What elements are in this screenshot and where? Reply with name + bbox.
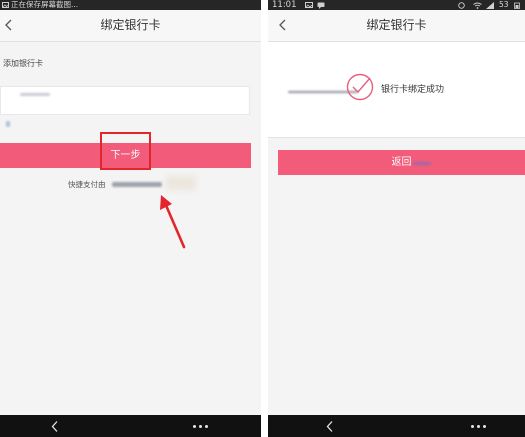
- system-nav-bar: [0, 415, 261, 437]
- app-header: 绑定银行卡: [268, 10, 525, 42]
- status-bar: 正在保存屏幕截图...: [0, 0, 261, 10]
- left-phone-screen: 正在保存屏幕截图... 绑定银行卡 添加银行卡 下一步 快捷支付由: [0, 0, 261, 437]
- app-header: 绑定银行卡: [0, 10, 261, 42]
- chevron-left-icon[interactable]: [325, 420, 335, 433]
- quick-pay-footnote: 快捷支付由: [68, 180, 106, 189]
- redacted-blur: [20, 93, 50, 96]
- battery-icon: [514, 2, 520, 9]
- battery-level: 53: [499, 0, 509, 9]
- status-time: 11:01: [272, 0, 297, 10]
- bind-result-card: 银行卡绑定成功: [268, 42, 525, 138]
- wifi-icon: [473, 2, 482, 9]
- redacted-blur: [413, 162, 431, 165]
- alarm-icon: [458, 2, 465, 9]
- image-icon: [305, 2, 313, 8]
- highlight-box-icon: [100, 132, 151, 170]
- page-title: 绑定银行卡: [100, 18, 161, 32]
- more-dots-icon[interactable]: [193, 425, 209, 428]
- signal-icon: [486, 2, 494, 9]
- section-label: 添加银行卡: [3, 59, 43, 68]
- bind-success-message: 银行卡绑定成功: [381, 85, 445, 95]
- page-title: 绑定银行卡: [366, 18, 427, 32]
- card-number-input[interactable]: [0, 86, 250, 115]
- return-button[interactable]: 返回: [278, 150, 525, 175]
- redacted-blur: [166, 176, 196, 190]
- more-dots-icon[interactable]: [471, 425, 487, 428]
- check-circle-icon: [346, 73, 374, 101]
- image-icon: [2, 2, 9, 8]
- redacted-blur: [6, 121, 10, 127]
- status-bar: 11:01 53: [268, 0, 525, 10]
- message-icon: [317, 2, 325, 9]
- right-phone-screen: 11:01 53 绑定银行卡 银行卡绑定成功 返回: [268, 0, 525, 437]
- status-notification: 正在保存屏幕截图...: [11, 0, 79, 9]
- redacted-blur: [112, 182, 162, 187]
- system-nav-bar: [268, 415, 525, 437]
- chevron-left-icon[interactable]: [50, 420, 60, 433]
